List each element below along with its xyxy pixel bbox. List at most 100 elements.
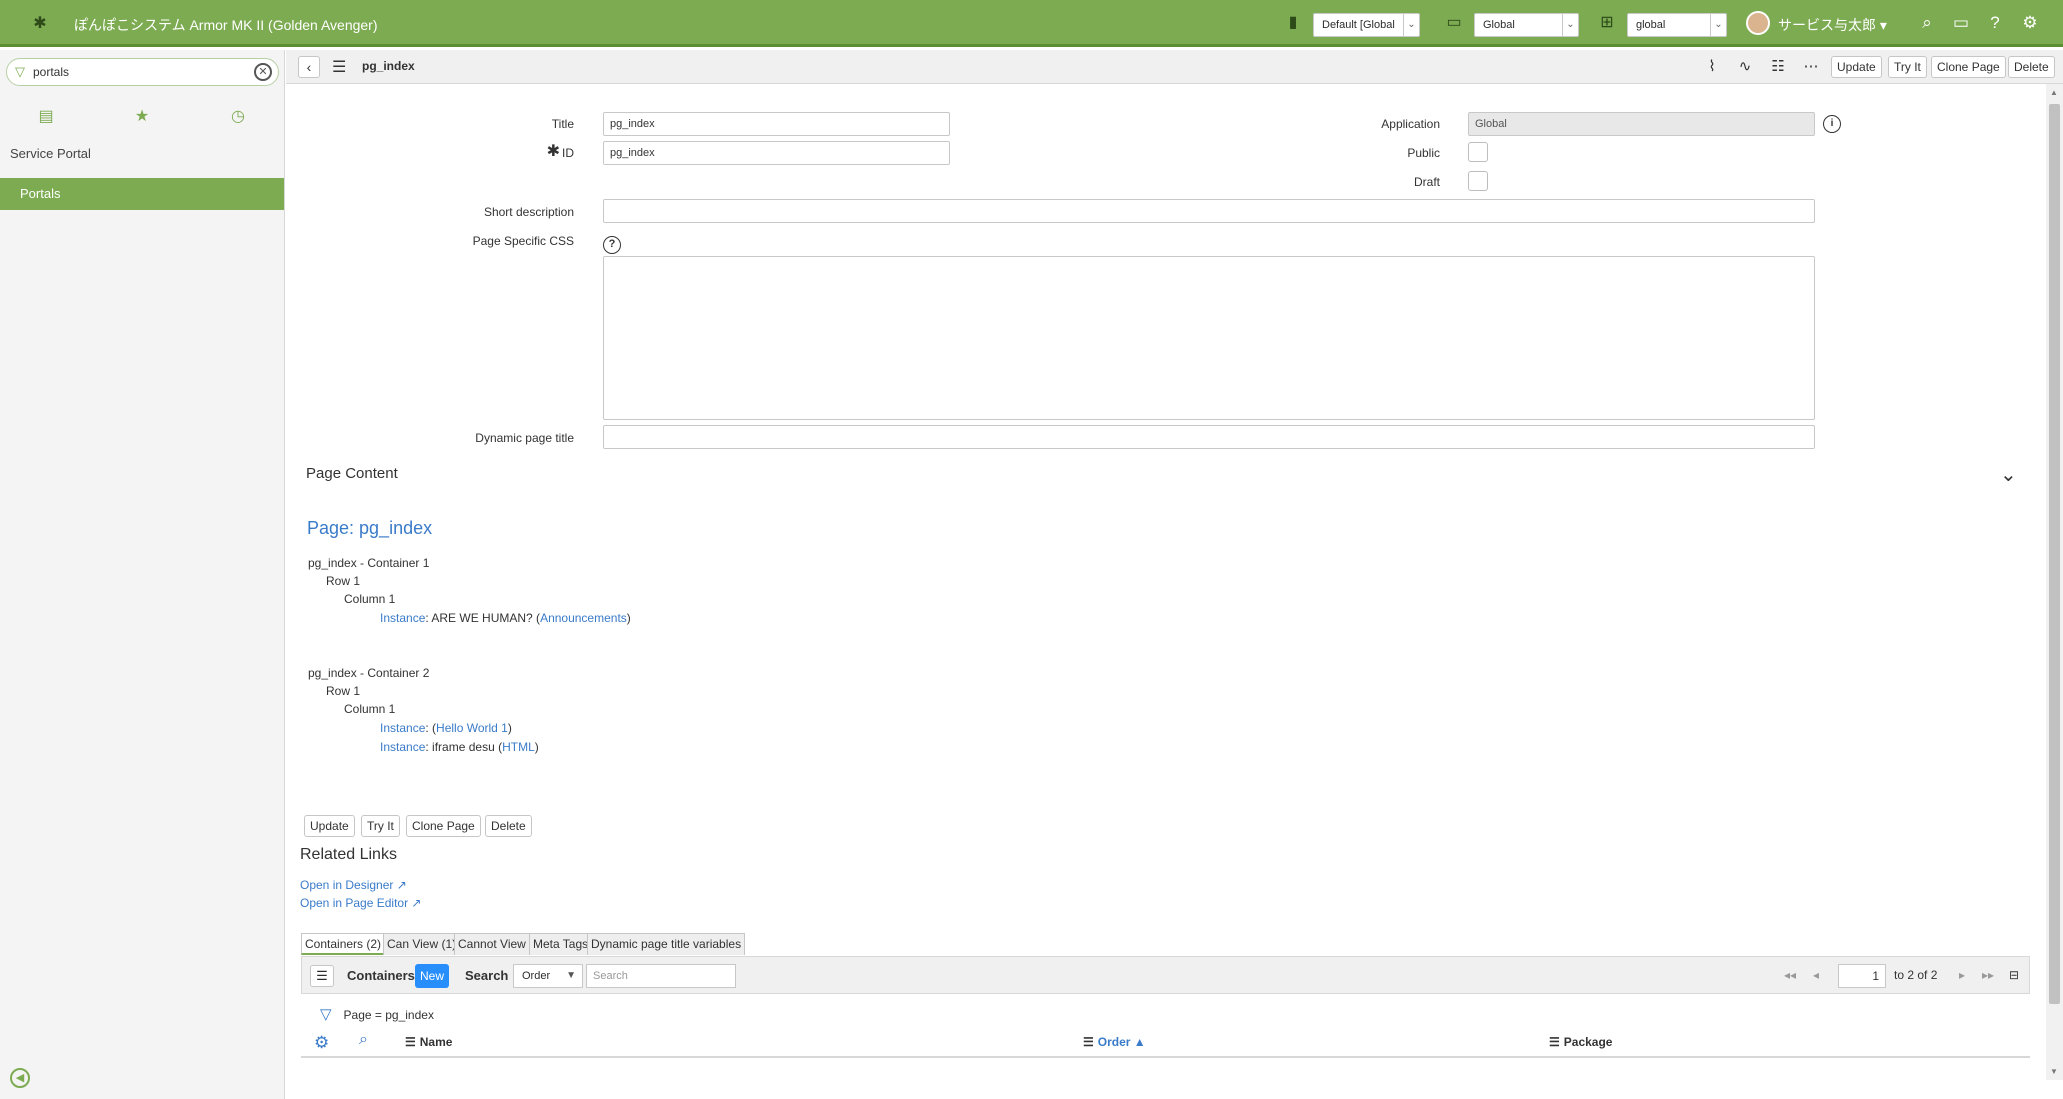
navigator-filter-input[interactable] (33, 63, 253, 81)
collapse-navigator-icon[interactable]: ◀ (10, 1068, 30, 1088)
id-label: ID (562, 146, 574, 160)
delete-button[interactable]: Delete (485, 815, 532, 837)
nav-item-portals[interactable]: Portals (0, 178, 284, 210)
application-navigator: ▽ ✕ ▤ ★ ◷ Service Portal Portals ◀ (0, 50, 285, 1099)
try-it-button[interactable]: Try It (361, 815, 400, 837)
column-link[interactable]: Column 1 (344, 592, 395, 606)
domain-select[interactable]: global ⌄ (1627, 13, 1727, 37)
tab-can-view[interactable]: Can View (1) (383, 933, 461, 955)
personalize-icon[interactable]: ☷ (1767, 57, 1789, 77)
chevron-down-icon[interactable]: ⌄ (2000, 462, 2017, 487)
instance-link[interactable]: Instance (380, 740, 425, 754)
column-header-package[interactable]: ☰ Package (1549, 1035, 1612, 1049)
tab-containers[interactable]: Containers (2) (301, 933, 386, 955)
form-context-menu-icon[interactable]: ☰ (332, 57, 346, 77)
tab-meta-tags[interactable]: Meta Tags (529, 933, 593, 955)
delete-button-top[interactable]: Delete (2008, 56, 2055, 78)
page-specific-css-editor[interactable] (603, 256, 1815, 420)
nav-item-service-portal[interactable]: Service Portal (0, 138, 284, 170)
divider (301, 1056, 2030, 1058)
clone-page-button-top[interactable]: Clone Page (1931, 56, 2006, 78)
activity-icon[interactable]: ∿ (1734, 57, 1756, 77)
container-link[interactable]: pg_index - Container 1 (308, 556, 429, 570)
try-it-button-top[interactable]: Try It (1888, 56, 1927, 78)
new-button[interactable]: New (415, 964, 450, 988)
column-link[interactable]: Column 1 (344, 702, 395, 716)
container-link[interactable]: pg_index - Container 2 (308, 666, 429, 680)
open-in-page-editor-link[interactable]: Open in Page Editor ↗ (300, 896, 421, 910)
avatar[interactable] (1746, 11, 1770, 35)
first-page-icon[interactable]: ◂◂ (1784, 968, 1796, 982)
scroll-down-icon[interactable]: ▼ (2050, 1067, 2058, 1076)
page-heading-link[interactable]: Page: pg_index (307, 518, 432, 539)
search-icon[interactable]: ⌕ (1916, 12, 1938, 34)
user-menu[interactable]: サービス与太郎 ▾ (1778, 15, 1887, 35)
next-page-icon[interactable]: ▸ (1959, 968, 1965, 982)
tab-cannot-view[interactable]: Cannot View (454, 933, 530, 955)
update-set-select[interactable]: Default [Global ⌄ (1313, 13, 1420, 37)
scroll-up-icon[interactable]: ▲ (2050, 88, 2058, 97)
list-settings-gear-icon[interactable]: ⚙ (314, 1033, 329, 1053)
history-clock-icon[interactable]: ◷ (228, 106, 248, 126)
clone-page-button[interactable]: Clone Page (406, 815, 481, 837)
title-label: Title (551, 117, 574, 131)
row-link[interactable]: Row 1 (326, 574, 360, 588)
column-menu-icon[interactable]: ☰ (1549, 1035, 1560, 1049)
update-button-top[interactable]: Update (1831, 56, 1882, 78)
clear-icon[interactable]: ✕ (254, 63, 272, 81)
column-header-name[interactable]: ☰ Name (405, 1035, 452, 1049)
column-menu-icon[interactable]: ☰ (1083, 1035, 1094, 1049)
open-in-designer-link[interactable]: Open in Designer ↗ (300, 878, 407, 892)
previous-page-icon[interactable]: ◂ (1813, 968, 1819, 982)
column-header-order[interactable]: ☰ Order ▲ (1083, 1035, 1146, 1049)
page-number-input[interactable]: 1 (1838, 964, 1886, 988)
favorites-star-icon[interactable]: ★ (132, 106, 152, 126)
page-range: to 2 of 2 (1894, 968, 1938, 982)
last-page-icon[interactable]: ▸▸ (1982, 968, 1994, 982)
all-apps-icon[interactable]: ▤ (36, 106, 56, 126)
widget-link[interactable]: Announcements (540, 611, 627, 625)
record-name: pg_index (362, 59, 415, 73)
logo-icon[interactable]: ✱ (30, 14, 50, 34)
more-options-icon[interactable]: ⋯ (1800, 57, 1822, 77)
collapse-list-icon[interactable]: ⊟ (2009, 968, 2019, 982)
gear-icon[interactable]: ⚙ (2019, 12, 2041, 34)
column-menu-icon[interactable]: ☰ (405, 1035, 416, 1049)
back-button[interactable]: ‹ (298, 56, 320, 78)
help-icon[interactable]: ? (603, 236, 621, 254)
public-checkbox[interactable] (1468, 142, 1488, 162)
filter-icon[interactable]: ▽ (320, 1006, 332, 1023)
list-menu-icon[interactable]: ☰ (310, 965, 334, 987)
search-icon[interactable]: ⌕ (359, 1031, 368, 1049)
update-button[interactable]: Update (304, 815, 355, 837)
chat-icon[interactable]: ▭ (1950, 12, 1972, 34)
list-search-input[interactable]: Search (586, 964, 736, 988)
chevron-down-icon: ▼ (566, 970, 576, 981)
instance-link[interactable]: Instance (380, 611, 425, 625)
navigator-filter[interactable]: ▽ ✕ (6, 58, 279, 86)
short-description-input[interactable] (603, 199, 1815, 223)
page-specific-css-label: Page Specific CSS (472, 234, 574, 248)
scrollbar[interactable]: ▲ ▼ (2046, 84, 2063, 1080)
filter-icon: ▽ (15, 64, 25, 79)
instance-link[interactable]: Instance (380, 721, 425, 735)
search-field-select[interactable]: Order ▼ (513, 964, 583, 988)
title-input[interactable]: pg_index (603, 112, 950, 136)
application-select[interactable]: Global ⌄ (1474, 13, 1579, 37)
navigator-tabs: ▤ ★ ◷ (0, 96, 285, 138)
search-label: Search (465, 968, 509, 983)
widget-link[interactable]: Hello World 1 (436, 721, 508, 735)
draft-checkbox[interactable] (1468, 171, 1488, 191)
application-icon: ▭ (1446, 14, 1462, 31)
row-link[interactable]: Row 1 (326, 684, 360, 698)
attachment-icon[interactable]: ⌇ (1701, 57, 1723, 77)
related-list-controls: ☰ Containers New Search Order ▼ Search ◂… (301, 956, 2030, 994)
help-icon[interactable]: ? (1984, 12, 2006, 34)
tab-dynamic-page-title-variables[interactable]: Dynamic page title variables (587, 933, 746, 955)
widget-link[interactable]: HTML (502, 740, 535, 754)
info-icon[interactable]: i (1823, 115, 1841, 133)
instance-entry: Instance: (Hello World 1) (380, 721, 512, 735)
id-input[interactable]: pg_index (603, 141, 950, 165)
scrollbar-thumb[interactable] (2049, 104, 2060, 1004)
dynamic-page-title-input[interactable] (603, 425, 1815, 449)
